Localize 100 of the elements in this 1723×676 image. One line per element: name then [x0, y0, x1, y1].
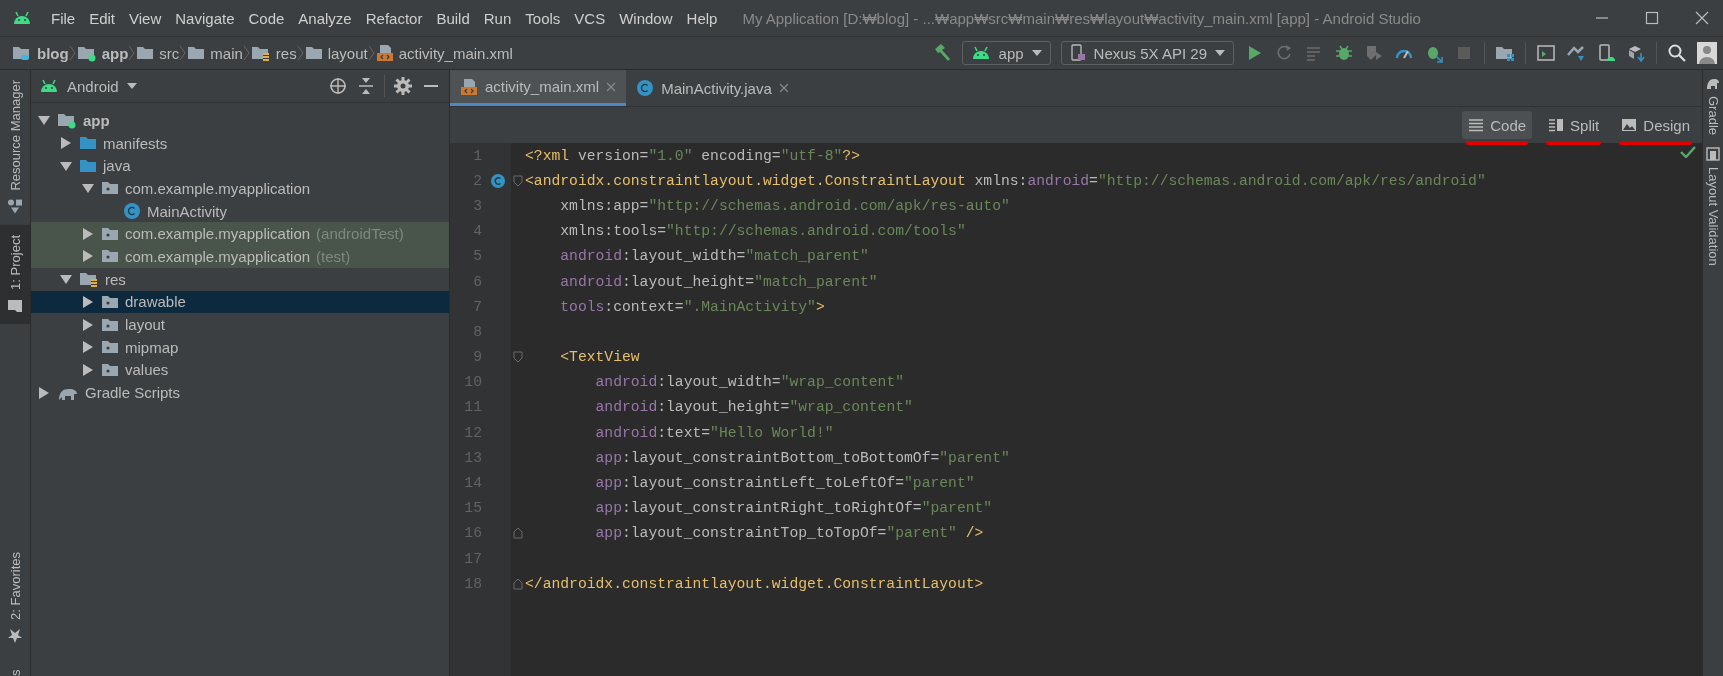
menu-item[interactable]: VCS	[567, 9, 613, 27]
tree-item[interactable]: drawable	[31, 290, 449, 314]
expanded-arrow-icon[interactable]	[59, 159, 73, 172]
tool-window-tab[interactable]: s	[0, 654, 30, 676]
menu-item[interactable]: Window	[612, 9, 680, 27]
devices-icon	[1706, 147, 1720, 162]
breadcrumb-item[interactable]: src	[136, 44, 180, 62]
menu-item[interactable]: Help	[679, 9, 725, 27]
menu-item[interactable]: View	[122, 9, 169, 27]
menu-item[interactable]: Navigate	[168, 9, 242, 27]
tool-window-tab[interactable]: Resource Manager	[0, 70, 30, 225]
maximize-icon[interactable]	[1645, 11, 1659, 25]
code-line: android:layout_width="wrap_content"	[594, 373, 905, 393]
window-title: My Application [D:₩blog] - ...₩app₩src₩main₩res₩layout₩activity_main.xml [app] - Android Studio	[742, 9, 1422, 27]
tree-item[interactable]: Gradle Scripts	[31, 381, 449, 404]
code-line: tools:context=".MainActivity">	[559, 297, 825, 317]
tree-item[interactable]: mipmap	[31, 335, 449, 359]
tree-item[interactable]: com.example.myapplication	[31, 177, 449, 200]
module-folder-icon	[57, 111, 77, 130]
user-avatar-icon[interactable]	[1697, 42, 1717, 64]
locate-icon[interactable]	[328, 76, 348, 96]
collapsed-arrow-icon[interactable]	[81, 227, 95, 240]
close-icon[interactable]	[778, 83, 789, 93]
breadcrumb-item[interactable]: activity_main.xml	[375, 44, 513, 62]
dropdown-caret-icon[interactable]	[126, 83, 137, 89]
collapsed-arrow-icon[interactable]	[81, 250, 95, 263]
device-dropdown[interactable]: Nexus 5X API 29	[1060, 41, 1234, 65]
collapsed-arrow-icon[interactable]	[81, 295, 95, 308]
star-icon	[7, 628, 23, 644]
settings-icon[interactable]	[393, 76, 413, 96]
breadcrumb-item[interactable]: res	[250, 44, 297, 62]
dropdown-caret-icon	[1215, 50, 1225, 56]
phone-icon[interactable]	[1596, 43, 1616, 63]
chevron-icon	[128, 45, 137, 61]
view-mode-button[interactable]: Split	[1542, 111, 1606, 139]
collapsed-arrow-icon[interactable]	[59, 137, 73, 150]
menu-item[interactable]: File	[44, 9, 83, 27]
package-icon[interactable]	[1626, 43, 1646, 63]
collapsed-arrow-icon[interactable]	[37, 386, 51, 399]
menu-item[interactable]: Edit	[82, 9, 123, 27]
breadcrumb-item[interactable]: app	[76, 44, 129, 62]
folder-icon	[7, 297, 23, 314]
collapsed-arrow-icon[interactable]	[81, 341, 95, 354]
collapsed-arrow-icon[interactable]	[81, 318, 95, 331]
checkmark-icon	[1680, 146, 1696, 158]
folder-icon	[12, 44, 32, 62]
tool-window-tab[interactable]: 2: Favorites	[0, 542, 30, 654]
search-icon[interactable]	[1667, 43, 1687, 63]
code-line: </androidx.constraintlayout.widget.ConstraintLayout>	[525, 574, 984, 594]
menu-item[interactable]: Tools	[518, 9, 568, 27]
tree-item[interactable]: layout	[31, 313, 449, 336]
menu-item[interactable]: Build	[429, 9, 477, 27]
fold-icon[interactable]	[513, 351, 523, 364]
code-line: android:layout_height="match_parent"	[559, 272, 878, 292]
editor-tab[interactable]: activity_main.xml	[450, 70, 627, 106]
tree-item[interactable]: app	[31, 109, 449, 132]
code-line: android:layout_width="match_parent"	[559, 247, 869, 267]
expanded-arrow-icon[interactable]	[81, 182, 95, 195]
menu-item[interactable]: Code	[241, 9, 292, 27]
image-icon	[1621, 118, 1638, 132]
elephant-icon	[1706, 76, 1720, 90]
tree-item[interactable]: java	[31, 154, 449, 178]
expanded-arrow-icon[interactable]	[59, 273, 73, 286]
split-view-icon	[1548, 118, 1565, 132]
close-icon[interactable]	[1695, 11, 1709, 25]
expanded-arrow-icon[interactable]	[37, 114, 51, 127]
configuration-dropdown[interactable]: app	[961, 41, 1051, 65]
fold-icon[interactable]	[513, 174, 523, 187]
phone-icon	[1069, 44, 1086, 62]
view-mode-button[interactable]: Design	[1615, 111, 1696, 139]
folder-icon	[136, 44, 155, 62]
folder-icon	[187, 44, 206, 62]
breadcrumb-item[interactable]: blog	[12, 44, 69, 62]
tool-window-tab[interactable]: Layout Validation	[1703, 141, 1723, 272]
tree-item[interactable]: values	[31, 358, 449, 382]
fold-end-icon[interactable]	[513, 577, 523, 590]
editor-tab[interactable]: MainActivity.java	[626, 70, 799, 106]
menu-item[interactable]: Run	[476, 9, 519, 27]
class-icon	[636, 79, 655, 97]
collapse-all-icon[interactable]	[356, 76, 376, 96]
fold-end-icon[interactable]	[513, 527, 523, 540]
code-line: xmlns:tools="http://schemas.android.com/tools"	[559, 222, 966, 242]
menu-item[interactable]: Refactor	[358, 9, 430, 27]
chevron-icon	[242, 45, 251, 61]
chevron-icon	[296, 45, 305, 61]
breadcrumb-item[interactable]: main	[187, 44, 243, 62]
breadcrumb-item[interactable]: layout	[304, 44, 368, 62]
tool-window-tab[interactable]: 1: Project	[0, 224, 30, 324]
tree-item[interactable]: res	[31, 267, 449, 291]
menu-item[interactable]: Analyze	[291, 9, 359, 27]
collapsed-arrow-icon[interactable]	[81, 363, 95, 376]
code-line: app:layout_constraintBottom_toBottomOf="parent"	[594, 448, 1010, 468]
tree-item[interactable]: manifests	[31, 131, 449, 155]
class-icon[interactable]	[490, 172, 506, 189]
tree-item[interactable]: MainActivity	[31, 199, 449, 223]
tool-window-tab[interactable]: Gradle	[1703, 70, 1723, 142]
terminal-icon[interactable]	[1536, 43, 1556, 63]
view-selector[interactable]: Android	[67, 77, 119, 95]
code-line: <androidx.constraintlayout.widget.ConstraintLayout xmlns:android="http://schemas.android.com/apk/res/android"	[525, 171, 1486, 191]
code-line: app:layout_constraintTop_toTopOf="parent" />	[594, 524, 984, 544]
